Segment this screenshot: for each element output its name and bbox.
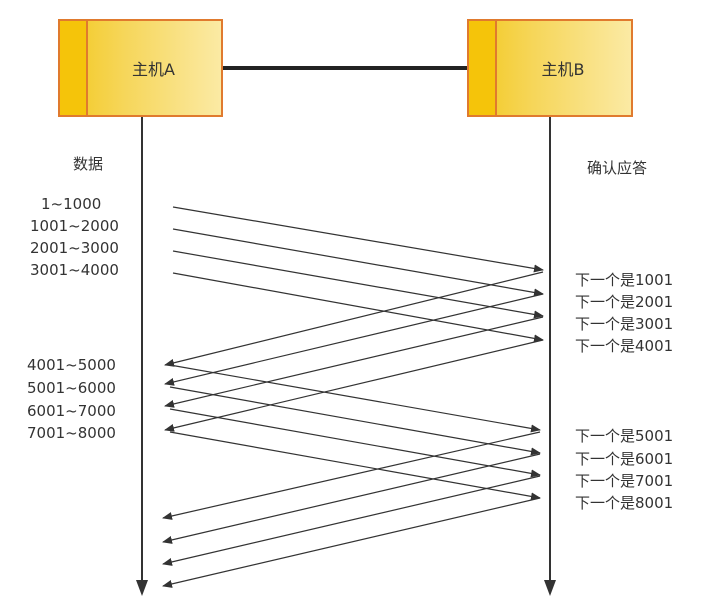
host-a-timeline-arrowhead	[136, 580, 148, 596]
host-b-timeline-arrowhead	[544, 580, 556, 596]
ack-arrow	[164, 293, 544, 386]
ack-arrow	[164, 271, 544, 367]
ack-arrow	[162, 431, 541, 520]
ack-arrow	[164, 316, 544, 408]
ack-arrow	[162, 497, 541, 588]
sequence-diagram	[136, 66, 556, 596]
ack-arrow	[162, 475, 541, 566]
ack-arrow	[164, 339, 544, 432]
ack-arrow	[162, 453, 541, 544]
